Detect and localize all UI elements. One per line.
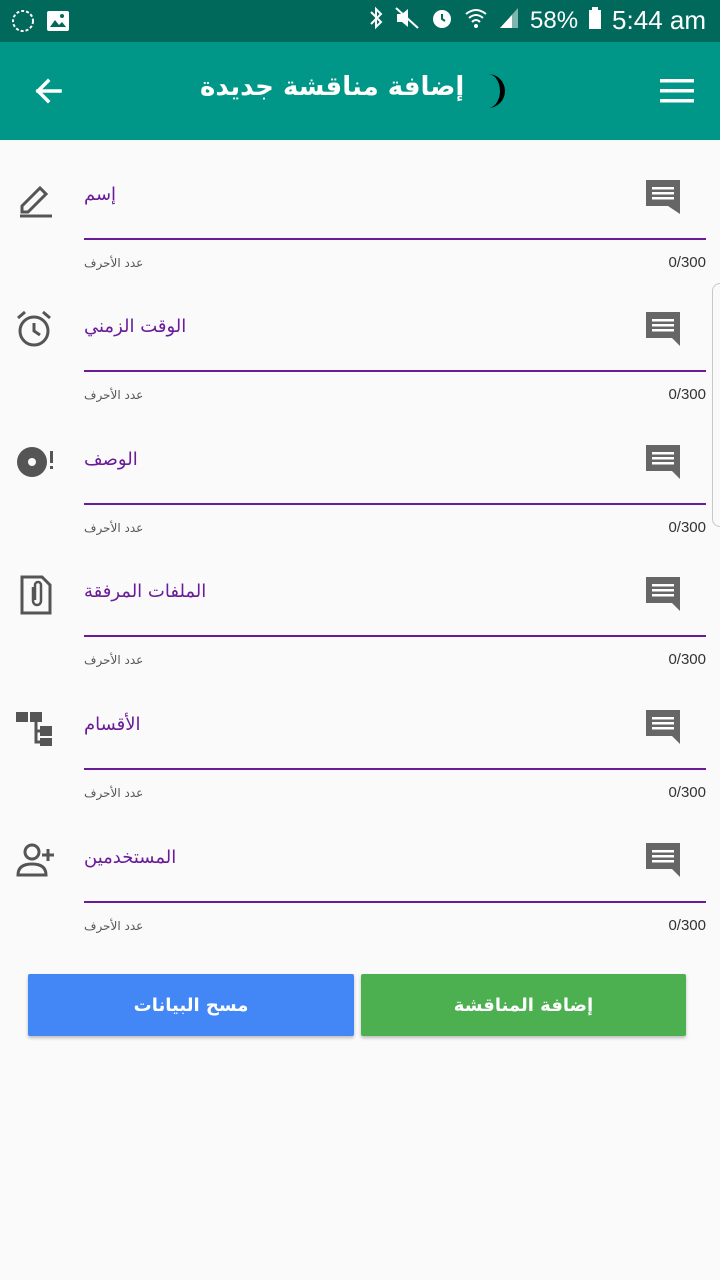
alarm-clock-icon xyxy=(14,308,56,350)
signal-icon xyxy=(498,6,520,35)
add-user-icon xyxy=(14,839,56,881)
field-attachments: الملفات المرفقة عدد الأحرف 0/300 xyxy=(0,559,720,692)
input-underline xyxy=(84,768,706,770)
helper-text: عدد الأحرف xyxy=(84,919,144,933)
alarm-icon xyxy=(430,6,454,35)
sitemap-icon xyxy=(14,706,56,748)
disc-alert-icon xyxy=(14,441,56,483)
helper-text: عدد الأحرف xyxy=(84,521,144,535)
image-icon xyxy=(46,10,70,36)
helper-text: عدد الأحرف xyxy=(84,786,144,800)
clear-data-button[interactable]: مسح البيانات xyxy=(28,974,354,1036)
clock: 5:44 am xyxy=(612,5,706,35)
mute-icon xyxy=(394,6,420,35)
battery-percent: 58% xyxy=(530,6,579,34)
input-underline xyxy=(84,635,706,637)
sections-input[interactable]: الأقسام xyxy=(84,714,141,735)
comment-icon[interactable] xyxy=(644,575,684,613)
input-underline xyxy=(84,238,706,240)
comment-icon[interactable] xyxy=(644,443,684,481)
char-counter: 0/300 xyxy=(668,784,706,801)
status-bar: 58% 5:44 am xyxy=(0,0,720,42)
crescent-moon-icon[interactable] xyxy=(474,72,506,110)
add-discussion-button[interactable]: إضافة المناقشة xyxy=(361,974,686,1036)
wifi-icon xyxy=(464,6,488,35)
attachments-input[interactable]: الملفات المرفقة xyxy=(84,581,206,602)
comment-icon[interactable] xyxy=(644,708,684,746)
pencil-icon xyxy=(14,176,56,218)
comment-icon[interactable] xyxy=(644,310,684,348)
description-input[interactable]: الوصف xyxy=(84,449,138,470)
helper-text: عدد الأحرف xyxy=(84,388,144,402)
char-counter: 0/300 xyxy=(668,386,706,403)
input-underline xyxy=(84,370,706,372)
field-sections: الأقسام عدد الأحرف 0/300 xyxy=(0,692,720,825)
char-counter: 0/300 xyxy=(668,917,706,934)
hamburger-menu-icon[interactable] xyxy=(660,76,694,106)
helper-text: عدد الأحرف xyxy=(84,256,144,270)
input-underline xyxy=(84,503,706,505)
char-counter: 0/300 xyxy=(668,651,706,668)
input-underline xyxy=(84,901,706,903)
comment-icon[interactable] xyxy=(644,841,684,879)
comment-icon[interactable] xyxy=(644,178,684,216)
battery-icon xyxy=(588,6,602,35)
char-counter: 0/300 xyxy=(668,254,706,271)
name-input[interactable]: إسم xyxy=(84,184,116,205)
field-time: الوقت الزمني عدد الأحرف 0/300 xyxy=(0,294,720,427)
page-title: إضافة مناقشة جديدة xyxy=(200,72,465,102)
sync-icon xyxy=(10,8,36,38)
field-users: المستخدمين عدد الأحرف 0/300 xyxy=(0,825,720,958)
field-name: إسم عدد الأحرف 0/300 xyxy=(0,162,720,295)
attachment-icon xyxy=(14,573,56,615)
bluetooth-icon xyxy=(368,6,384,35)
users-input[interactable]: المستخدمين xyxy=(84,847,176,868)
char-counter: 0/300 xyxy=(668,519,706,536)
time-input[interactable]: الوقت الزمني xyxy=(84,316,186,337)
app-bar: إضافة مناقشة جديدة xyxy=(0,42,720,140)
field-description: الوصف عدد الأحرف 0/300 xyxy=(0,427,720,560)
helper-text: عدد الأحرف xyxy=(84,653,144,667)
arrow-back-icon[interactable] xyxy=(28,70,70,112)
